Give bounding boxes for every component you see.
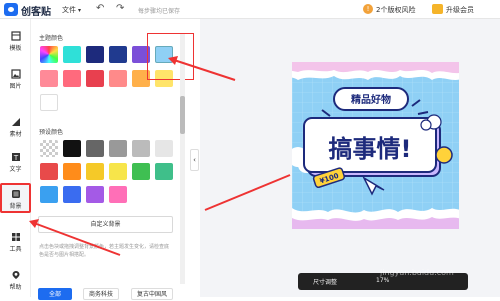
watermark-text: jingyan.baidu.com xyxy=(380,268,454,277)
zoom-level[interactable]: 17% xyxy=(376,277,389,284)
annotation-arrows xyxy=(29,56,291,256)
resize-button[interactable]: 尺寸调整 xyxy=(313,277,337,286)
